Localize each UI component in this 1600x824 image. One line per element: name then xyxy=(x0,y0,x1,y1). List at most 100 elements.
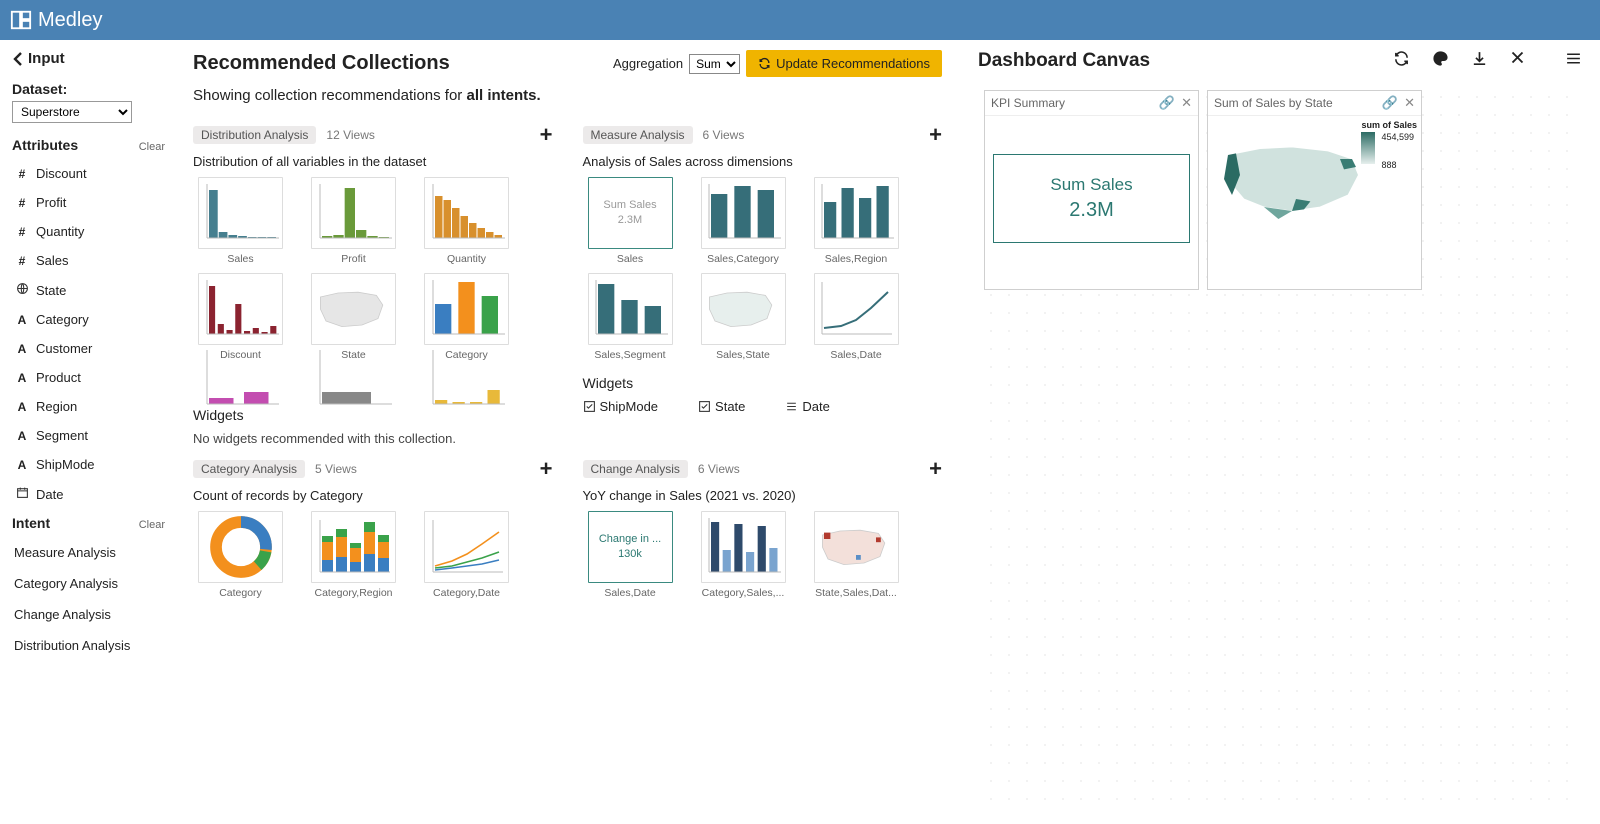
clear-attributes[interactable]: Clear xyxy=(139,141,165,153)
close-canvas-icon[interactable] xyxy=(1510,50,1525,72)
type-icon: A xyxy=(14,400,30,414)
collection-desc: Distribution of all variables in the dat… xyxy=(193,154,553,169)
attribute-shipmode[interactable]: AShipMode xyxy=(12,450,165,479)
aggregation-label: Aggregation xyxy=(613,56,683,71)
chart-thumb[interactable]: Sales xyxy=(193,177,288,265)
attribute-segment[interactable]: ASegment xyxy=(12,421,165,450)
chart-thumb[interactable]: Change in ...130kSales,Date xyxy=(583,511,678,599)
refresh-canvas-icon[interactable] xyxy=(1393,50,1410,72)
attribute-date[interactable]: Date xyxy=(12,479,165,509)
attribute-category[interactable]: ACategory xyxy=(12,305,165,334)
recommendations-subline: Showing collection recommendations for a… xyxy=(193,87,942,104)
collection-views: 6 Views xyxy=(703,128,745,142)
app-title: Medley xyxy=(38,9,102,32)
collection-desc: Count of records by Category xyxy=(193,488,553,503)
widget-date[interactable]: Date xyxy=(785,399,829,414)
kpi-summary-card[interactable]: KPI Summary 🔗 ✕ Sum Sales 2.3M xyxy=(984,90,1199,290)
chart-thumb[interactable]: Category,Date xyxy=(419,511,514,599)
download-icon[interactable] xyxy=(1471,50,1488,72)
add-collection-icon[interactable]: + xyxy=(929,456,942,482)
intent-change-analysis[interactable]: Change Analysis xyxy=(12,599,165,630)
kpi-value: 2.3M xyxy=(1002,199,1181,222)
back-to-input[interactable]: Input xyxy=(12,50,165,67)
aggregation-select[interactable]: Sum xyxy=(689,54,740,74)
chart-thumb[interactable]: Quantity xyxy=(419,177,514,265)
chart-thumb[interactable]: Sales,Category xyxy=(696,177,791,265)
palette-icon[interactable] xyxy=(1432,50,1449,72)
update-recommendations-button[interactable]: Update Recommendations xyxy=(746,50,942,77)
chart-thumb[interactable]: Profit xyxy=(306,177,401,265)
widget-state[interactable]: State xyxy=(698,399,745,414)
menu-icon[interactable] xyxy=(1565,50,1582,72)
card-close-icon[interactable]: ✕ xyxy=(1404,95,1415,111)
dashboard-panel: Dashboard Canvas KPI Summary 🔗 ✕ xyxy=(960,40,1600,824)
chart-thumb[interactable] xyxy=(306,369,401,393)
chevron-left-icon xyxy=(12,52,24,66)
type-icon: # xyxy=(14,225,30,239)
kpi-title: Sum Sales xyxy=(1002,175,1181,195)
attribute-region[interactable]: ARegion xyxy=(12,392,165,421)
app-header: Medley xyxy=(0,0,1600,40)
chart-thumb[interactable] xyxy=(419,369,514,393)
attribute-state[interactable]: State xyxy=(12,275,165,305)
chart-thumb[interactable]: Sales,Region xyxy=(809,177,904,265)
type-icon: A xyxy=(14,342,30,356)
attribute-discount[interactable]: #Discount xyxy=(12,159,165,188)
dataset-label: Dataset: xyxy=(12,81,165,97)
collection-views: 12 Views xyxy=(326,128,374,142)
attribute-sales[interactable]: #Sales xyxy=(12,246,165,275)
type-icon xyxy=(14,282,30,298)
us-map-icon xyxy=(1216,124,1376,234)
type-icon: # xyxy=(14,167,30,181)
collection-category-analysis: Category Analysis5 Views+Count of record… xyxy=(193,456,553,599)
link-icon[interactable]: 🔗 xyxy=(1382,95,1398,111)
collection-tag: Measure Analysis xyxy=(583,126,693,144)
widgets-heading: Widgets xyxy=(583,375,943,391)
attribute-quantity[interactable]: #Quantity xyxy=(12,217,165,246)
attributes-heading: Attributes xyxy=(12,137,78,153)
chart-thumb[interactable] xyxy=(193,369,288,393)
dataset-select[interactable]: Superstore xyxy=(12,101,132,123)
add-collection-icon[interactable]: + xyxy=(540,456,553,482)
map-card[interactable]: Sum of Sales by State 🔗 ✕ sum of Sales 4… xyxy=(1207,90,1422,290)
clear-intent[interactable]: Clear xyxy=(139,519,165,531)
attribute-customer[interactable]: ACustomer xyxy=(12,334,165,363)
logo-icon xyxy=(10,9,32,31)
chart-thumb[interactable]: Category xyxy=(193,511,288,599)
chart-thumb[interactable]: Sales,State xyxy=(696,273,791,361)
chart-thumb[interactable]: Category,Sales,... xyxy=(696,511,791,599)
collection-distribution-analysis: Distribution Analysis 12 Views + Distributi… xyxy=(193,122,553,446)
type-icon: # xyxy=(14,254,30,268)
intent-heading: Intent xyxy=(12,515,50,531)
card-close-icon[interactable]: ✕ xyxy=(1181,95,1192,111)
add-collection-icon[interactable]: + xyxy=(540,122,553,148)
chart-thumb[interactable]: Sum Sales2.3MSales xyxy=(583,177,678,265)
add-collection-icon[interactable]: + xyxy=(929,122,942,148)
intent-category-analysis[interactable]: Category Analysis xyxy=(12,568,165,599)
type-icon: A xyxy=(14,458,30,472)
intent-measure-analysis[interactable]: Measure Analysis xyxy=(12,537,165,568)
collection-desc: Analysis of Sales across dimensions xyxy=(583,154,943,169)
widget-shipmode[interactable]: ShipMode xyxy=(583,399,659,414)
chart-thumb[interactable]: State,Sales,Dat... xyxy=(809,511,904,599)
intent-distribution-analysis[interactable]: Distribution Analysis xyxy=(12,630,165,661)
refresh-icon xyxy=(758,57,771,70)
chart-thumb[interactable]: Sales,Segment xyxy=(583,273,678,361)
dashboard-title: Dashboard Canvas xyxy=(978,50,1150,72)
map-legend: sum of Sales 454,599888 xyxy=(1361,120,1417,170)
recommendations-panel: Recommended Collections Aggregation Sum … xyxy=(175,40,960,824)
dashboard-canvas[interactable]: KPI Summary 🔗 ✕ Sum Sales 2.3M Sum of Sa… xyxy=(978,84,1582,808)
collection-views: 6 Views xyxy=(698,462,740,476)
collection-change-analysis: Change Analysis 6 Views + YoY change in Sal… xyxy=(583,456,943,599)
chart-thumb[interactable]: Category,Region xyxy=(306,511,401,599)
collection-measure-analysis: Measure Analysis 6 Views + Analysis of Sale… xyxy=(583,122,943,446)
collection-views: 5 Views xyxy=(315,462,357,476)
collection-tag: Change Analysis xyxy=(583,460,688,478)
attribute-profit[interactable]: #Profit xyxy=(12,188,165,217)
link-icon[interactable]: 🔗 xyxy=(1159,95,1175,111)
collection-desc: YoY change in Sales (2021 vs. 2020) xyxy=(583,488,943,503)
type-icon: # xyxy=(14,196,30,210)
collection-tag: Distribution Analysis xyxy=(193,126,316,144)
attribute-product[interactable]: AProduct xyxy=(12,363,165,392)
chart-thumb[interactable]: Sales,Date xyxy=(809,273,904,361)
